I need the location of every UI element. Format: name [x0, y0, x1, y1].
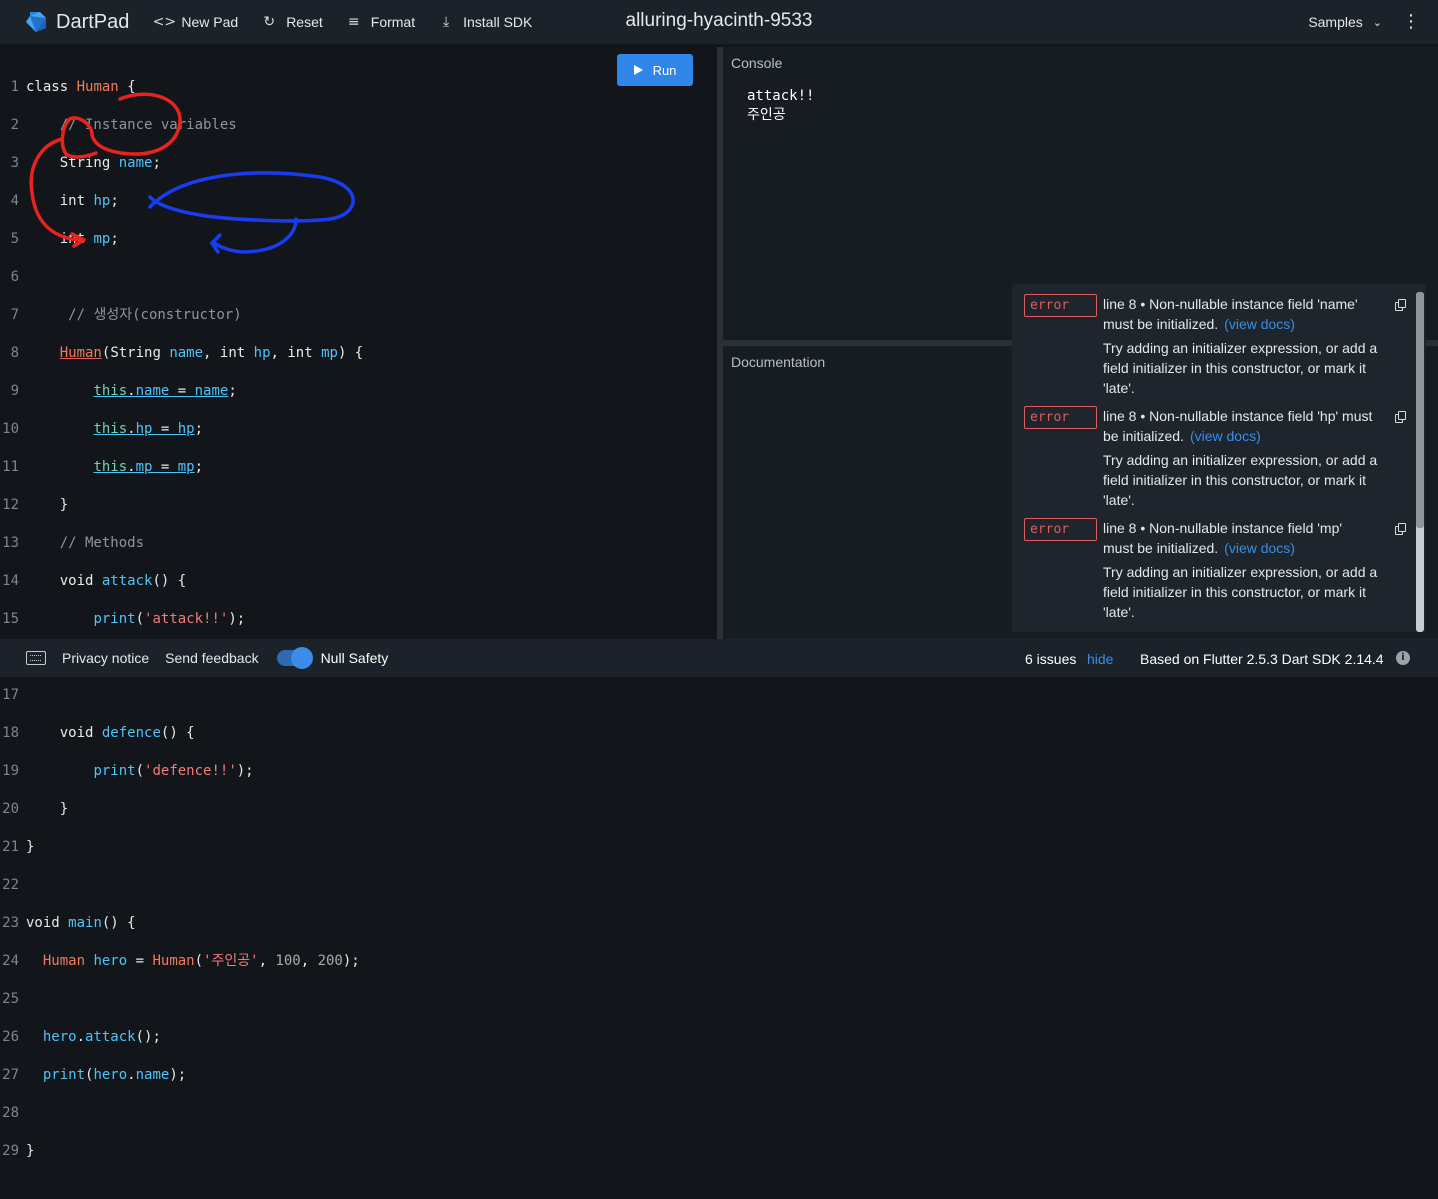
code-line: 10 this.hp = hp;	[2, 421, 204, 437]
code-line: 8 Human(String name, int hp, int mp) {	[10, 345, 364, 361]
run-label: Run	[652, 62, 677, 78]
code-line: 22	[2, 877, 19, 893]
error-badge: error	[1024, 406, 1097, 429]
scrollbar-thumb[interactable]	[1416, 292, 1424, 528]
reset-label: Reset	[286, 14, 323, 30]
format-button[interactable]: ≡ Format	[345, 13, 415, 31]
code-editor[interactable]: 1 class Human { 2 // Instance variables 3…	[0, 47, 717, 1159]
install-sdk-button[interactable]: ⤓ Install SDK	[437, 13, 532, 31]
code-line: 12 }	[2, 497, 69, 513]
view-docs-link[interactable]: (view docs)	[1190, 428, 1261, 444]
code-line: 6	[10, 269, 19, 285]
code-icon: <>	[152, 14, 177, 30]
issue-message: line 8 • Non-nullable instance field 'mp…	[1103, 518, 1373, 558]
code-line: 14 void attack() {	[2, 573, 187, 589]
keyboard-icon[interactable]	[26, 651, 46, 665]
view-docs-link[interactable]: (view docs)	[1224, 316, 1295, 332]
code-line: 18 void defence() {	[2, 725, 195, 741]
code-line: 19 print('defence!!');	[2, 763, 254, 779]
play-icon	[633, 65, 643, 75]
code-line: 4 int hp;	[10, 193, 119, 209]
issue-tip: Try adding an initializer expression, or…	[1103, 340, 1378, 396]
send-feedback-link[interactable]: Send feedback	[165, 650, 258, 666]
hide-issues-link[interactable]: hide	[1087, 651, 1113, 667]
toggle-knob	[290, 647, 313, 669]
chevron-down-icon: ⌄	[1372, 15, 1382, 29]
download-icon: ⤓	[443, 14, 450, 30]
more-vert-icon[interactable]: ⋮	[1402, 11, 1420, 32]
code-area[interactable]: 1 class Human { 2 // Instance variables 3…	[0, 59, 363, 1199]
code-line: 3 String name;	[10, 155, 161, 171]
format-label: Format	[370, 14, 416, 30]
sdk-version: Based on Flutter 2.5.3 Dart SDK 2.14.4	[1140, 651, 1384, 667]
issues-panel: error line 8 • Non-nullable instance fie…	[1012, 284, 1426, 632]
code-line: 24 Human hero = Human('주인공', 100, 200);	[2, 953, 360, 969]
error-badge: error	[1024, 518, 1097, 541]
copy-icon[interactable]	[1395, 299, 1407, 312]
documentation-label: Documentation	[731, 354, 826, 370]
install-sdk-label: Install SDK	[463, 14, 533, 30]
console-label: Console	[731, 55, 783, 71]
new-pad-label: New Pad	[181, 14, 239, 30]
console-line: 주인공	[747, 107, 786, 123]
new-pad-button[interactable]: <> New Pad	[152, 13, 239, 31]
code-line: 5 int mp;	[10, 231, 119, 247]
issue-tip: Try adding an initializer expression, or…	[1103, 564, 1378, 620]
issue-text: line 8 • Non-nullable instance field 'mp…	[1103, 520, 1343, 556]
error-badge: error	[1024, 294, 1097, 317]
issue-message: line 8 • Non-nullable instance field 'na…	[1103, 294, 1373, 334]
code-line: 1 class Human {	[10, 79, 136, 95]
code-line: 7 // 생성자(constructor)	[10, 307, 242, 323]
issue-tip: Try adding an initializer expression, or…	[1103, 452, 1378, 508]
code-line: 20 }	[2, 801, 69, 817]
issue-message: line 8 • Non-nullable instance field 'hp…	[1103, 406, 1373, 446]
console-line: attack!!	[747, 88, 815, 104]
code-line: 27 print(hero.name);	[2, 1067, 187, 1083]
code-line: 25	[2, 991, 19, 1007]
reset-button[interactable]: ↻ Reset	[260, 13, 323, 31]
brand-name: DartPad	[56, 10, 130, 33]
brand[interactable]: DartPad	[24, 10, 129, 34]
code-line: 13 // Methods	[2, 535, 145, 551]
code-line: 2 // Instance variables	[10, 117, 237, 133]
info-icon[interactable]: i	[1396, 651, 1410, 665]
console-output: attack!! 주인공	[747, 87, 814, 125]
run-button[interactable]: Run	[617, 54, 693, 86]
null-safety-toggle[interactable]	[276, 647, 313, 669]
format-align-icon: ≡	[347, 14, 360, 30]
refresh-icon: ↻	[263, 14, 276, 30]
code-line: 11 this.mp = mp;	[2, 459, 204, 475]
code-line: 15 print('attack!!');	[2, 611, 246, 627]
top-app-bar: DartPad <> New Pad ↻ Reset ≡ Format ⤓ In…	[0, 0, 1438, 44]
issues-scrollbar[interactable]	[1416, 292, 1424, 632]
code-line: 29}	[2, 1143, 35, 1159]
code-line: 28	[2, 1105, 19, 1121]
code-line: 9 this.name = name;	[10, 383, 237, 399]
status-bar: Privacy notice Send feedback Null Safety…	[0, 639, 1438, 677]
null-safety-label: Null Safety	[320, 650, 389, 666]
view-docs-link[interactable]: (view docs)	[1224, 540, 1295, 556]
issue-count: 6 issues	[1025, 651, 1077, 667]
copy-icon[interactable]	[1395, 523, 1407, 536]
code-line: 23 void main() {	[2, 915, 136, 931]
code-line: 17	[2, 687, 19, 703]
copy-icon[interactable]	[1395, 411, 1407, 424]
samples-dropdown[interactable]: Samples ⌄	[1308, 14, 1382, 30]
code-line: 26 hero.attack();	[2, 1029, 161, 1045]
privacy-notice-link[interactable]: Privacy notice	[62, 650, 149, 666]
dart-logo-icon	[26, 12, 46, 32]
code-line: 21}	[2, 839, 35, 855]
samples-label: Samples	[1308, 14, 1363, 30]
